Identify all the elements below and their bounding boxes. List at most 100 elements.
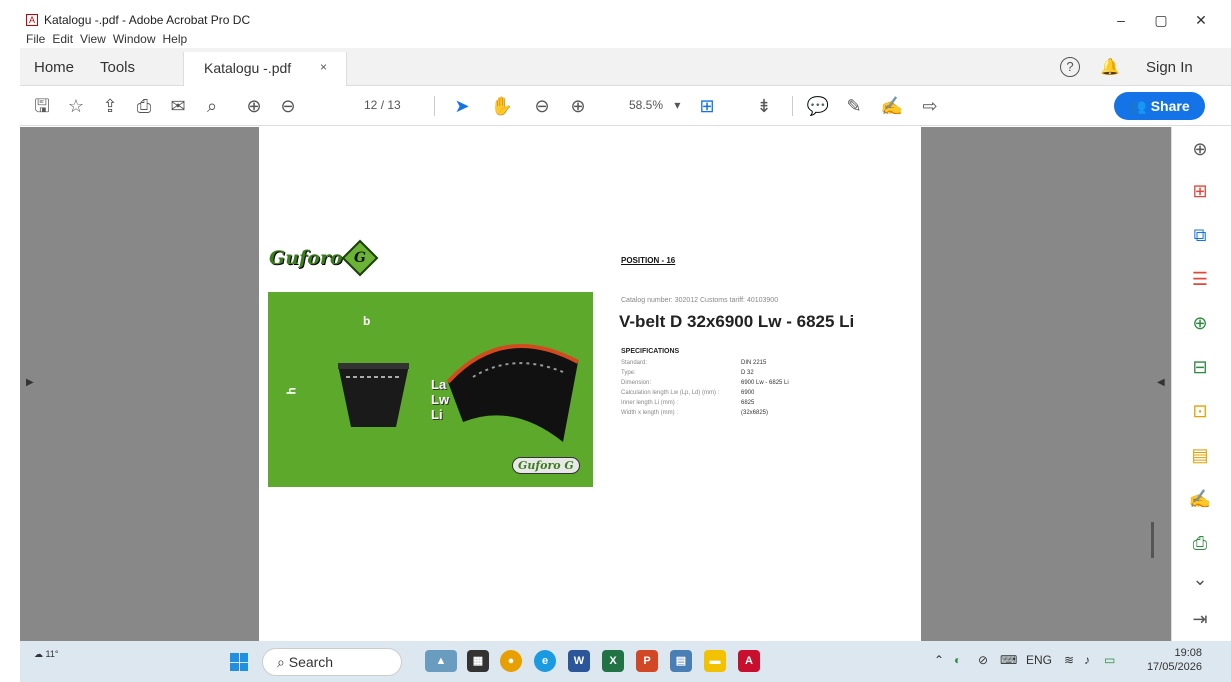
catalog-number-line: Catalog number: 302012 Customs tariff: 4… (621, 297, 779, 304)
export-pdf-icon[interactable]: ⊕ (1188, 311, 1212, 335)
task-view-icon[interactable]: ▦ (467, 650, 489, 672)
tray-chevron-up-icon[interactable]: ⌃ (934, 653, 944, 667)
share-label: Share (1150, 98, 1190, 114)
label-li: Li (431, 407, 443, 422)
windows-taskbar: ☁ 11° ⌕ Search ▲ ▦ ● e W X P ▤ ▬ A ⌃ ◐ ⊘… (20, 641, 1231, 682)
menu-bar: File Edit View Window Help (20, 32, 187, 48)
product-image: b h La Lw Li Guforo G (268, 292, 593, 487)
zoom-in-icon[interactable]: ⊕ (566, 95, 590, 117)
acrobat-taskbar-icon[interactable]: A (738, 650, 760, 672)
zoom-select[interactable]: 58.5% ▾ (629, 98, 680, 112)
scroll-mode-icon[interactable]: ⇟ (752, 95, 776, 117)
keyboard-icon[interactable]: ⌨ (1000, 653, 1017, 667)
start-button[interactable] (230, 653, 248, 671)
tab-document[interactable]: Katalogu -.pdf × (183, 52, 347, 86)
collapse-left-panel-icon[interactable]: ▶ (26, 377, 34, 388)
highlight-pen-icon[interactable]: ✎ (842, 95, 866, 117)
print-icon[interactable]: ⎙ (132, 95, 156, 117)
zoom-search-icon[interactable]: ⊕ (1188, 137, 1212, 161)
create-pdf-icon[interactable]: ⊞ (1188, 179, 1212, 203)
vertical-scrollbar-thumb[interactable] (1151, 522, 1154, 558)
fill-sign-icon[interactable]: ✍ (1188, 487, 1212, 511)
toolbar-divider (434, 96, 435, 116)
upload-cloud-icon[interactable]: ⇪ (98, 95, 122, 117)
tab-tools[interactable]: Tools (100, 59, 135, 76)
chevron-down-icon: ▾ (674, 98, 681, 112)
current-page-field[interactable]: 12 (364, 98, 377, 112)
tray-security-icon[interactable]: ⊘ (978, 653, 988, 667)
share-button[interactable]: 👥 Share (1114, 92, 1205, 120)
close-tab-button[interactable]: × (320, 60, 327, 74)
tab-bar: Home Tools Katalogu -.pdf × ? 🔔 Sign In (20, 48, 1231, 86)
menu-file[interactable]: File (26, 32, 45, 48)
zoom-out-icon[interactable]: ⊖ (530, 95, 554, 117)
menu-window[interactable]: Window (113, 32, 156, 48)
menu-view[interactable]: View (80, 32, 106, 48)
next-page-icon[interactable]: ⊖ (276, 95, 300, 117)
product-title: V-belt D 32x6900 Lw - 6825 Li (619, 312, 855, 331)
share-link-icon[interactable]: ⇨ (918, 95, 942, 117)
combine-files-icon[interactable]: ⧉ (1188, 223, 1212, 247)
clock-date: 17/05/2026 (1146, 661, 1202, 673)
logo-text: Guforo (269, 247, 343, 269)
chrome-icon[interactable]: ● (500, 650, 522, 672)
page-fit-icon[interactable]: ⊞ (695, 95, 719, 117)
file-explorer-icon[interactable]: ▬ (704, 650, 726, 672)
sign-icon[interactable]: ✍ (880, 95, 904, 117)
spec-row: Type: D 32 (621, 370, 754, 376)
language-indicator[interactable]: ENG (1026, 653, 1052, 667)
tray-app-icon[interactable]: ◐ (954, 653, 961, 667)
window-title: Katalogu -.pdf - Adobe Acrobat Pro DC (44, 13, 251, 27)
menu-help[interactable]: Help (163, 32, 188, 48)
battery-icon[interactable]: ▭ (1104, 653, 1115, 667)
document-viewport[interactable]: ▶ Guforo G b h La Lw Li Guforo G POSITIO… (20, 127, 1171, 641)
collapse-panel-icon[interactable]: ⇥ (1188, 607, 1212, 631)
specifications-heading: SPECIFICATIONS (621, 348, 680, 355)
window-controls: – ▢ ✕ (1101, 8, 1221, 32)
acrobat-icon: A (26, 14, 38, 26)
edit-pdf-icon[interactable]: ⊟ (1188, 355, 1212, 379)
system-clock[interactable]: 19:08 17/05/2026 (1140, 646, 1202, 674)
menu-edit[interactable]: Edit (52, 32, 73, 48)
bookmark-star-icon[interactable]: ☆ (64, 95, 88, 117)
toolbar: 🖫 ☆ ⇪ ⎙ ✉ ⌕ ⊕ ⊖ 12 / 13 ➤ ✋ ⊖ ⊕ 58.5% ▾ … (20, 86, 1231, 126)
select-cursor-icon[interactable]: ➤ (450, 95, 474, 117)
clock-time: 19:08 (1174, 647, 1202, 659)
taskbar-search[interactable]: ⌕ Search (262, 648, 402, 676)
powerpoint-icon[interactable]: P (636, 650, 658, 672)
request-signature-icon[interactable]: ⊡ (1188, 399, 1212, 423)
calculator-icon[interactable]: ▤ (670, 650, 692, 672)
help-icon[interactable]: ? (1060, 57, 1080, 77)
comment-tool-icon[interactable]: ▤ (1188, 443, 1212, 467)
volume-icon[interactable]: ♪ (1084, 653, 1090, 667)
word-icon[interactable]: W (568, 650, 590, 672)
find-icon[interactable]: ⌕ (200, 95, 224, 117)
wifi-icon[interactable]: ≋ (1064, 653, 1074, 667)
expand-more-icon[interactable]: ⌄ (1188, 567, 1212, 591)
edge-icon[interactable]: e (534, 650, 556, 672)
weather-widget[interactable]: ☁ 11° (34, 649, 58, 660)
figure-label-b: b (363, 314, 371, 328)
organize-pages-icon[interactable]: ☰ (1188, 267, 1212, 291)
specifications-table: Standard: DIN 2215 Type: D 32 Dimension: 69… (621, 358, 789, 418)
minimize-button[interactable]: – (1101, 8, 1141, 32)
close-window-button[interactable]: ✕ (1181, 8, 1221, 32)
tab-home[interactable]: Home (34, 59, 74, 76)
comment-icon[interactable]: 💬 (806, 95, 830, 117)
spec-row: Dimension: 6900 Lw - 6825 Li (621, 380, 789, 386)
excel-icon[interactable]: X (602, 650, 624, 672)
widgets-landscape-icon[interactable]: ▲ (425, 650, 457, 672)
collapse-right-panel-icon[interactable]: ◀ (1157, 377, 1165, 388)
search-icon: ⌕ (277, 654, 285, 670)
maximize-button[interactable]: ▢ (1141, 8, 1181, 32)
notification-bell-icon[interactable]: 🔔 (1100, 57, 1120, 77)
page-indicator[interactable]: 12 / 13 (364, 98, 401, 112)
search-label: Search (288, 654, 334, 670)
print-production-icon[interactable]: ⎙ (1188, 531, 1212, 555)
hand-tool-icon[interactable]: ✋ (490, 95, 514, 117)
previous-page-icon[interactable]: ⊕ (242, 95, 266, 117)
sign-in-link[interactable]: Sign In (1146, 59, 1193, 76)
email-icon[interactable]: ✉ (166, 95, 190, 117)
save-icon[interactable]: 🖫 (30, 95, 54, 117)
spec-row: Calculation length Lw (Lp, Ld) (mm) :690… (621, 390, 755, 396)
